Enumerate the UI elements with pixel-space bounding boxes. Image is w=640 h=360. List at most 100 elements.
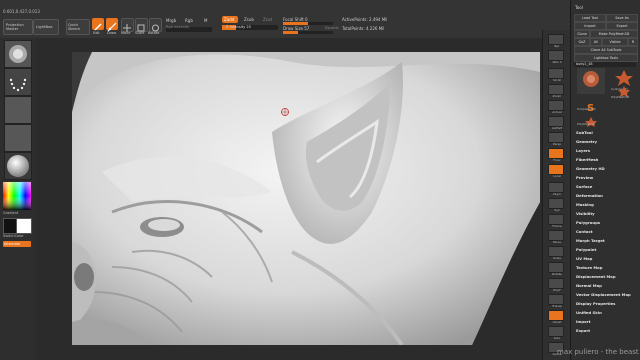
- body-tool-icon: [583, 71, 599, 87]
- lightbox-label: LightBox: [36, 24, 53, 29]
- left-shelf: Gradient SwitchColor Alternate: [0, 38, 36, 360]
- lightbox-tools-button[interactable]: Lightbox Tools: [574, 54, 638, 62]
- menu-surface[interactable]: Surface: [576, 184, 592, 189]
- stroke-thumbnail[interactable]: [4, 68, 32, 96]
- lsym-label: LSym: [552, 192, 562, 196]
- current-tool-slider[interactable]: body2_48: [574, 62, 636, 67]
- texture-thumbnail[interactable]: [4, 124, 32, 152]
- clone-all-subtools-button[interactable]: Clone All SubTools: [574, 46, 638, 54]
- rgb-toggle[interactable]: Rgb: [185, 18, 193, 23]
- tool-thumb-polymesh3d[interactable]: PolyMesh3D: [611, 82, 637, 100]
- menu-masking[interactable]: Masking: [576, 202, 594, 207]
- draw-size-slider[interactable]: [283, 31, 333, 34]
- alternate-button[interactable]: Alternate: [3, 241, 31, 247]
- menu-unified-skin[interactable]: Unified Skin: [576, 310, 602, 315]
- menu-visibility[interactable]: Visibility: [576, 211, 595, 216]
- rgb-intensity-label: Rgb Intensity: [166, 25, 190, 29]
- persp-label: Persp: [552, 142, 562, 146]
- bpr-label: Bpr: [554, 44, 560, 48]
- color-picker-gradient: [3, 182, 31, 210]
- tool-thumb-polymesh3d-2[interactable]: PolyMesh3D: [577, 112, 605, 127]
- menu-preview[interactable]: Preview: [576, 175, 593, 180]
- tool-thumb-simplebrush[interactable]: S SimpleBrush: [577, 97, 605, 114]
- switch-color-button[interactable]: SwitchColor: [3, 234, 24, 238]
- z-intensity-label: Z Intensity 25: [226, 25, 251, 29]
- zadd-label: Zadd: [224, 17, 235, 22]
- r-button[interactable]: R: [628, 38, 638, 46]
- menu-contact[interactable]: Contact: [576, 229, 593, 234]
- move-view-label: Move: [552, 240, 562, 244]
- m-toggle[interactable]: M: [204, 18, 207, 23]
- import-button[interactable]: Import: [574, 22, 606, 30]
- solo-label: Solo: [553, 336, 561, 340]
- tool-palette: Tool Load Tool Save As Import Export Clo…: [570, 0, 640, 360]
- clone-button[interactable]: Clone: [574, 30, 590, 38]
- active-points: ActivePoints: 2.494 Mil: [342, 17, 388, 22]
- menu-import[interactable]: Import: [576, 319, 590, 324]
- quick-sketch-button[interactable]: Quick Sketch: [66, 19, 90, 35]
- scale-label: Scale: [135, 31, 145, 35]
- xyz-label: Xyz: [554, 208, 560, 212]
- menu-fibermesh[interactable]: FiberMesh: [576, 157, 598, 162]
- local-label: Local: [553, 174, 561, 178]
- lightbox-button[interactable]: LightBox: [33, 19, 59, 35]
- menu-vector-displacement-map[interactable]: Vector Displacement Map: [576, 292, 631, 297]
- menu-geometry[interactable]: Geometry: [576, 139, 597, 144]
- focal-shift-slider[interactable]: [283, 22, 333, 25]
- zadd-button[interactable]: Zadd: [222, 16, 238, 23]
- goz-button[interactable]: GoZ: [574, 38, 590, 46]
- menu-display-properties[interactable]: Display Properties: [576, 301, 615, 306]
- scale-view-label: Scale: [552, 256, 562, 260]
- coordinate-readout: 0.601,0.427,0.013: [3, 9, 40, 14]
- alpha-thumbnail[interactable]: [4, 96, 32, 124]
- make-polymesh3d-button[interactable]: Make PolyMesh3D: [590, 30, 638, 38]
- all-button[interactable]: All: [590, 38, 602, 46]
- mrgb-toggle[interactable]: Mrgb: [166, 18, 176, 23]
- edit-button[interactable]: [92, 18, 104, 31]
- move-button[interactable]: [121, 18, 134, 32]
- scroll-label: Scroll: [552, 78, 562, 82]
- current-tool-name: body2_48: [576, 62, 593, 66]
- color-picker[interactable]: [3, 182, 31, 210]
- brush-thumbnail[interactable]: [4, 40, 32, 68]
- zcut-toggle[interactable]: Zcut: [263, 17, 272, 22]
- menu-morph-target[interactable]: Morph Target: [576, 238, 605, 243]
- rotate-button[interactable]: [149, 18, 162, 32]
- draw-label: Draw: [107, 31, 117, 35]
- simplebrush-label: SimpleBrush: [577, 107, 596, 111]
- menu-polypaint[interactable]: Polypaint: [576, 247, 596, 252]
- quick-sketch-label: Quick Sketch: [68, 23, 81, 31]
- save-as-button[interactable]: Save As: [606, 14, 638, 22]
- menu-export[interactable]: Export: [576, 328, 590, 333]
- polymesh3d-label: PolyMesh3D: [611, 95, 630, 99]
- projection-master-label: Projection Master: [6, 23, 24, 31]
- menu-normal-map[interactable]: Normal Map: [576, 283, 602, 288]
- menu-subtool[interactable]: SubTool: [576, 130, 593, 135]
- edit-label: Edit: [93, 31, 100, 35]
- menu-geometry-hd[interactable]: Geometry HD: [576, 166, 605, 171]
- actual-label: Actual: [552, 110, 562, 114]
- menu-texture-map[interactable]: Texture Map: [576, 265, 602, 270]
- gradient-label: Gradient: [3, 211, 19, 215]
- watermark: max puliero - the beast: [557, 348, 639, 356]
- tool-thumb-body[interactable]: [577, 68, 605, 94]
- sculpt-canvas[interactable]: [72, 52, 540, 345]
- menu-uv-map[interactable]: UV Map: [576, 256, 592, 261]
- polyf-label: PolyF: [553, 288, 561, 292]
- visible-button[interactable]: Visible: [602, 38, 628, 46]
- export-button[interactable]: Export: [606, 22, 638, 30]
- material-thumbnail[interactable]: [4, 152, 32, 180]
- menu-layers[interactable]: Layers: [576, 148, 590, 153]
- zsub-toggle[interactable]: Zsub: [244, 17, 254, 22]
- menu-deformation[interactable]: Deformation: [576, 193, 603, 198]
- scale-button[interactable]: [135, 18, 148, 32]
- dynamic-toggle[interactable]: Dynamic: [325, 26, 339, 30]
- menu-polygroups[interactable]: Polygroups: [576, 220, 600, 225]
- draw-button[interactable]: [106, 18, 118, 32]
- menu-displacement-map[interactable]: Displacement Map: [576, 274, 616, 279]
- projection-master-button[interactable]: Projection Master: [3, 19, 33, 35]
- load-tool-button[interactable]: Load Tool: [574, 14, 606, 22]
- aahalf-label: AAHalf: [551, 126, 563, 130]
- total-points: TotalPoints: 4.226 Mil: [342, 26, 385, 31]
- main-color-swatch[interactable]: [16, 218, 32, 234]
